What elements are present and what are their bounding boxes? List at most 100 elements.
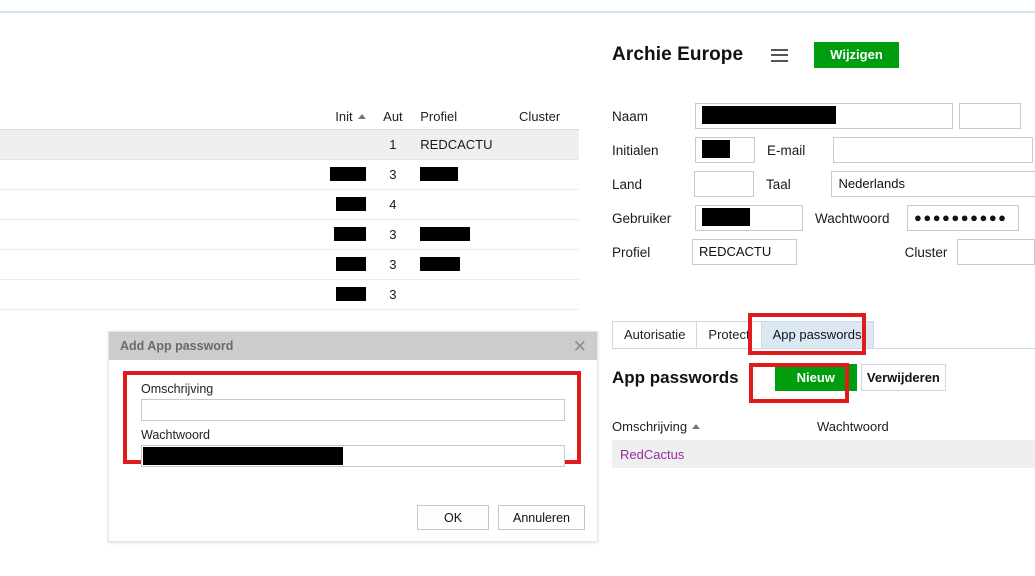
table-row[interactable]: 3 [0, 160, 579, 190]
profiel-field[interactable]: REDCACTU [692, 239, 797, 265]
redaction-bar [420, 257, 461, 271]
page-title: Archie Europe [612, 44, 744, 66]
gebruiker-label: Gebruiker [612, 210, 672, 226]
table-row[interactable]: 3 [0, 280, 579, 310]
column-header-init[interactable]: Init [290, 109, 373, 124]
app-passwords-body: RedCactus [612, 440, 1035, 468]
column-header-init-label: Init [335, 109, 353, 124]
cell-aut: 3 [389, 257, 397, 272]
redaction-bar [335, 287, 366, 301]
delete-app-password-button[interactable]: Verwijderen [860, 364, 946, 391]
dialog-actions: OK Annuleren [417, 505, 585, 530]
dialog-body: Omschrijving Wachtwoord OK Annuleren [109, 360, 597, 541]
column-header-wachtwoord[interactable]: Wachtwoord [817, 419, 1035, 434]
sort-ascending-icon [357, 114, 366, 119]
cell-init [290, 227, 373, 242]
column-header-cluster[interactable]: Cluster [515, 109, 579, 124]
redaction-bar [335, 197, 366, 211]
redaction-bar [420, 227, 471, 241]
dialog-wachtwoord-input[interactable] [141, 445, 565, 467]
edit-button[interactable]: Wijzigen [814, 42, 899, 69]
add-app-password-dialog: Add App password ✕ Omschrijving Wachtwoo… [108, 331, 598, 542]
cell-profiel [412, 227, 515, 242]
detail-tabs: Autorisatie Protect App passwords [612, 320, 1035, 349]
dialog-omschrijving-label: Omschrijving [141, 382, 214, 396]
cell-omschrijving: RedCactus [612, 447, 817, 462]
hamburger-menu-icon[interactable] [771, 48, 789, 62]
ok-button[interactable]: OK [417, 505, 489, 530]
cell-profiel: REDCACTU [420, 137, 493, 152]
cell-init [290, 257, 373, 272]
app-passwords-table: Omschrijving Wachtwoord RedCactus [612, 412, 1035, 468]
table-row[interactable]: 3 [0, 220, 579, 250]
wachtwoord-field[interactable]: ●●●●●●●●●● [907, 205, 1019, 231]
table-row[interactable]: 1 REDCACTU [0, 130, 579, 160]
naam-redaction [702, 106, 836, 124]
app-passwords-header-row: Omschrijving Wachtwoord [612, 412, 1035, 440]
tab-protect[interactable]: Protect [696, 321, 762, 348]
form-row-profiel: Profiel REDCACTU Cluster [612, 239, 1035, 265]
taal-label: Taal [766, 176, 791, 192]
new-app-password-button[interactable]: Nieuw [774, 364, 857, 391]
table-row[interactable]: 3 [0, 250, 579, 280]
app-root: Init Aut Profiel Cluster 1 REDCACTU 3 4 3 3 3 … [0, 0, 1035, 576]
cell-init [290, 287, 373, 302]
initialen-redaction [702, 140, 730, 158]
wachtwoord-label: Wachtwoord [815, 210, 890, 226]
cluster-label: Cluster [904, 244, 948, 260]
initialen-field[interactable] [695, 137, 755, 163]
app-password-link[interactable]: RedCactus [620, 447, 684, 462]
naam-field[interactable] [695, 103, 953, 129]
redaction-bar [329, 167, 366, 181]
gebruiker-field[interactable] [695, 205, 803, 231]
cluster-field[interactable] [957, 239, 1035, 265]
naam-suffix-field[interactable] [959, 103, 1021, 129]
detail-form: Naam Initialen E-mail Land Taal Nederlan… [612, 103, 1035, 273]
email-field[interactable] [833, 137, 1033, 163]
column-header-omschrijving-label: Omschrijving [612, 418, 688, 434]
cell-aut: 3 [389, 227, 397, 242]
column-header-profiel[interactable]: Profiel [412, 109, 515, 124]
form-row-naam: Naam [612, 103, 1035, 129]
close-x-icon[interactable]: ✕ [573, 338, 587, 355]
app-passwords-header: App passwords Nieuw Verwijderen [612, 364, 946, 391]
email-label: E-mail [767, 142, 806, 158]
cell-aut: 3 [389, 167, 397, 182]
detail-panel: Archie Europe Wijzigen Naam Initialen E-… [612, 0, 1035, 576]
form-row-initialen: Initialen E-mail [612, 137, 1035, 163]
app-password-row[interactable]: RedCactus [612, 440, 1035, 468]
cell-profiel [412, 257, 515, 272]
sort-ascending-icon [692, 423, 701, 429]
column-header-aut[interactable]: Aut [374, 109, 413, 124]
cell-profiel [412, 167, 515, 182]
form-row-gebruiker: Gebruiker Wachtwoord ●●●●●●●●●● [612, 205, 1035, 231]
cancel-button[interactable]: Annuleren [498, 505, 585, 530]
column-header-omschrijving[interactable]: Omschrijving [612, 419, 817, 434]
land-field[interactable] [694, 171, 754, 197]
dialog-wachtwoord-label: Wachtwoord [141, 428, 211, 442]
dialog-fields-highlight: Omschrijving Wachtwoord [123, 371, 581, 467]
redaction-bar [335, 257, 366, 271]
cell-aut: 4 [389, 197, 397, 212]
dialog-omschrijving-input[interactable] [141, 399, 565, 421]
taal-field[interactable]: Nederlands [831, 171, 1035, 197]
table-row[interactable]: 4 [0, 190, 579, 220]
land-label: Land [612, 176, 643, 192]
tab-autorisatie[interactable]: Autorisatie [612, 321, 698, 348]
app-passwords-heading: App passwords [612, 367, 739, 387]
dialog-title: Add App password [120, 339, 234, 353]
redaction-bar [333, 227, 366, 241]
cell-init [290, 167, 373, 182]
form-row-land: Land Taal Nederlands [612, 171, 1035, 197]
cell-aut: 3 [389, 287, 397, 302]
redaction-bar [420, 167, 459, 181]
cell-init [290, 197, 373, 212]
naam-label: Naam [612, 108, 649, 124]
table-body: 1 REDCACTU 3 4 3 3 3 [0, 130, 579, 310]
gebruiker-redaction [702, 208, 750, 226]
tab-app-passwords[interactable]: App passwords [760, 321, 874, 348]
profiel-label: Profiel [612, 244, 651, 260]
user-list-table: Init Aut Profiel Cluster 1 REDCACTU 3 4 3 3 3 [0, 104, 579, 310]
table-header-row: Init Aut Profiel Cluster [0, 104, 579, 130]
detail-header: Archie Europe Wijzigen [612, 42, 899, 69]
